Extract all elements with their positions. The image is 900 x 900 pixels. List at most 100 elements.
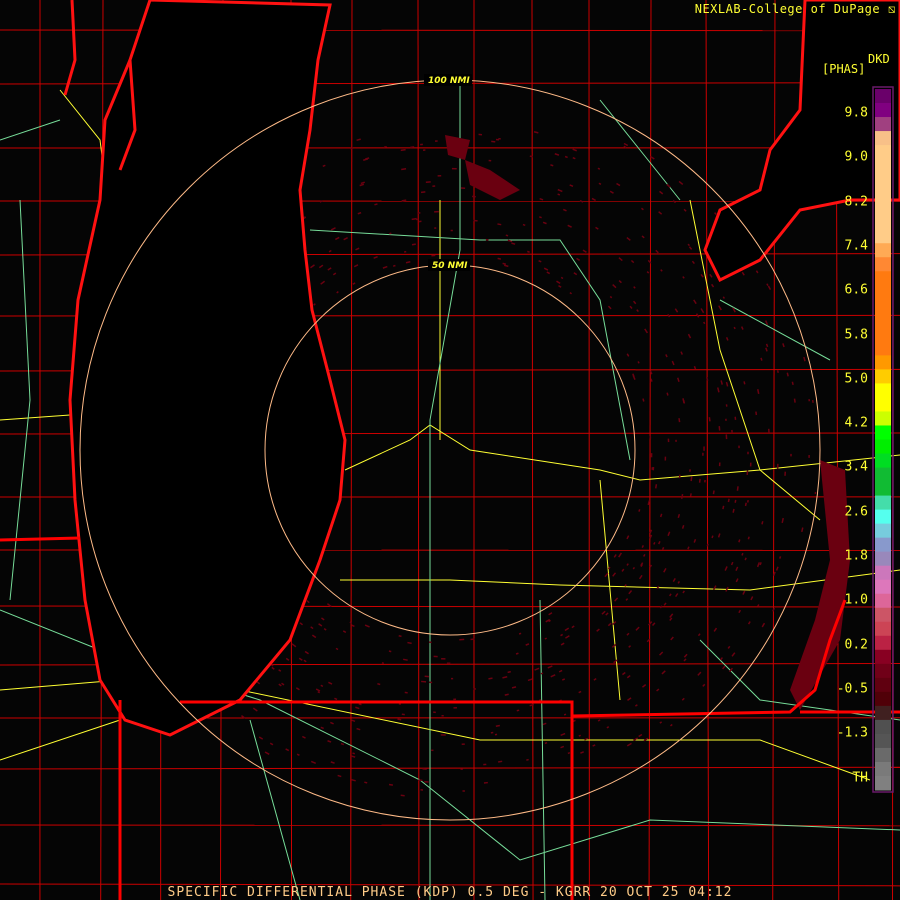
echo-gate [497, 223, 502, 226]
echo-gate [556, 280, 561, 285]
echo-gate [775, 566, 779, 571]
echo-gate [432, 185, 436, 187]
echo-gate [628, 590, 633, 595]
echo-gate [713, 627, 718, 632]
echo-gate [618, 257, 623, 262]
echo-gate [744, 557, 747, 561]
echo-gate [460, 768, 463, 770]
echo-gate [625, 598, 629, 601]
echo-gate [626, 535, 630, 540]
echo-gate [491, 140, 496, 143]
echo-gate [451, 167, 457, 170]
echo-gate [632, 566, 636, 570]
colorbar-swatch [875, 565, 891, 581]
echo-gate [258, 736, 264, 740]
colorbar-swatch [875, 327, 891, 342]
echo-gate [557, 188, 563, 193]
cod-logo-icon: ⧅ [887, 2, 896, 16]
echo-gate [618, 552, 623, 558]
echo-gate [632, 375, 636, 381]
credit-text: NEXLAB-College of DuPage ⧅ [694, 2, 896, 16]
echo-gate [350, 755, 356, 758]
echo-gate [666, 183, 671, 188]
echo-gate [440, 734, 446, 736]
echo-gate [703, 446, 705, 451]
echo-gate [490, 731, 494, 734]
echo-gate [310, 760, 316, 764]
echo-gate [677, 580, 681, 584]
echo-gate [636, 309, 639, 313]
echo-gate [609, 295, 613, 299]
echo-gate [351, 778, 356, 782]
echo-gate [429, 641, 432, 644]
echo-gate [700, 308, 705, 314]
echo-gate [560, 633, 564, 637]
echo-gate [731, 652, 736, 657]
legend-tick: 1.8 [844, 548, 868, 564]
echo-gate [389, 232, 392, 235]
echo-gate [808, 399, 811, 402]
echo-gate [320, 280, 326, 285]
echo-gate [382, 265, 388, 269]
echo-gate [422, 768, 427, 770]
echo-gate [659, 651, 664, 656]
echo-gate [682, 590, 685, 594]
colorbar-swatch [875, 411, 891, 426]
echo-gate [327, 740, 332, 743]
echo-gate [431, 254, 436, 257]
echo-gate [578, 690, 582, 694]
echo-gate [597, 719, 601, 722]
echo-gate [811, 399, 814, 403]
colorbar-swatch [875, 145, 891, 160]
echo-gate [683, 208, 687, 212]
echo-gate [342, 630, 347, 634]
echo-gate [582, 249, 587, 253]
echo-gate [360, 181, 365, 185]
echo-gate [460, 187, 466, 189]
colorbar-swatch [875, 439, 891, 455]
echo-gate [630, 259, 635, 264]
echo-gate [311, 634, 317, 639]
echo-gate [558, 669, 563, 673]
echo-gate [401, 168, 407, 171]
echo-gate [591, 197, 596, 202]
echo-gate [663, 568, 667, 573]
echo-gate [569, 291, 573, 295]
echo-gate [727, 498, 730, 503]
echo-gate [650, 453, 653, 458]
echo-gate [598, 182, 602, 185]
echo-gate [632, 300, 637, 305]
colorbar-swatch [875, 691, 891, 707]
echo-gate [388, 783, 394, 786]
colorbar-swatch [875, 341, 891, 356]
echo-gate [397, 718, 402, 721]
colorbar-swatch [875, 369, 891, 384]
echo-gate [431, 749, 434, 752]
echo-gate [450, 677, 454, 680]
echo-gate [749, 462, 752, 467]
echo-gate [401, 713, 405, 716]
county-line [0, 766, 900, 770]
echo-gate [542, 722, 547, 726]
colorbar-swatch [875, 523, 891, 539]
echo-gate [727, 645, 731, 649]
echo-gate [702, 452, 704, 456]
echo-gate [388, 650, 392, 653]
echo-gate [705, 377, 709, 381]
echo-gate [782, 343, 785, 348]
echo-gate [736, 486, 739, 491]
echo-gate [658, 211, 663, 215]
echo-gate [281, 682, 285, 686]
legend-tick: 4.2 [844, 415, 868, 431]
echo-gate [421, 680, 427, 683]
echo-gate [670, 723, 673, 727]
echo-gate [453, 707, 457, 709]
echo-gate [595, 226, 599, 230]
echo-gate [424, 780, 429, 783]
echo-gate [801, 527, 804, 533]
echo-gate [419, 220, 422, 223]
echo-gate [497, 257, 502, 260]
county-line [772, 0, 776, 900]
echo-gate [765, 343, 769, 348]
echo-gate [352, 752, 356, 755]
